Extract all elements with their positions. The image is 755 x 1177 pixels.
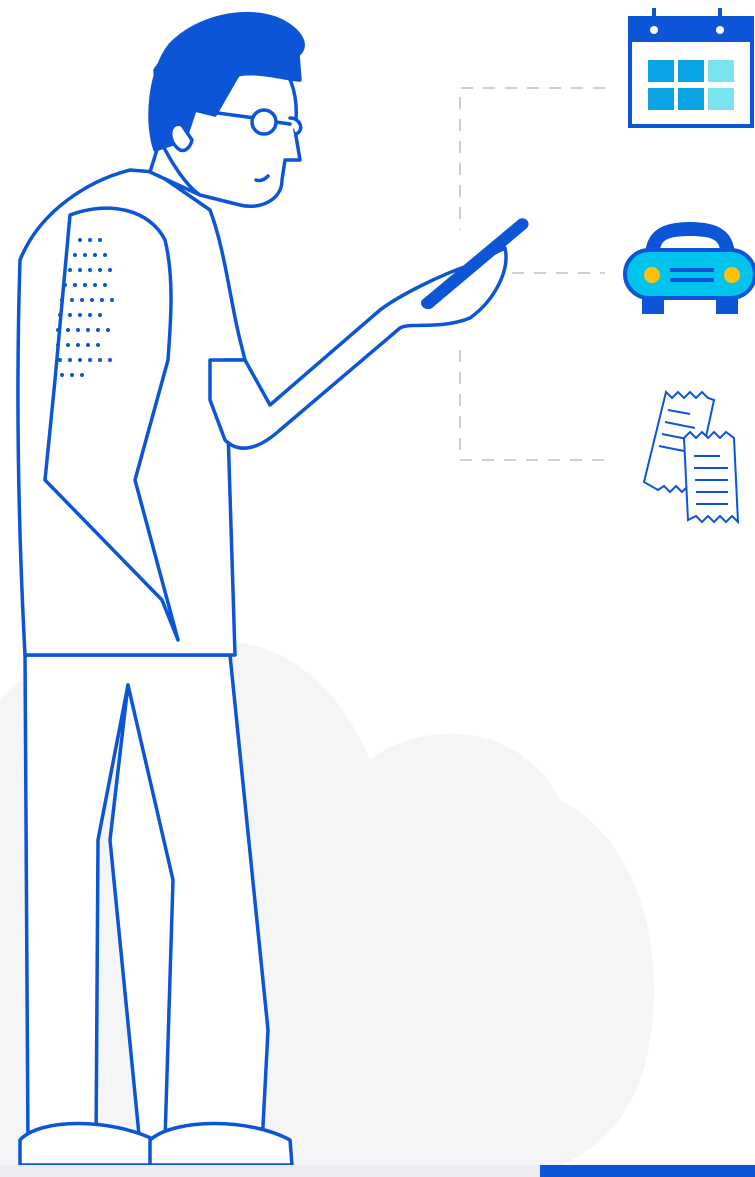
car-icon (623, 222, 755, 314)
bottom-strip (0, 1165, 755, 1177)
calendar-icon (628, 8, 754, 128)
receipts-icon (642, 390, 740, 525)
illustration-scene (0, 0, 755, 1177)
trousers (23, 653, 270, 1147)
